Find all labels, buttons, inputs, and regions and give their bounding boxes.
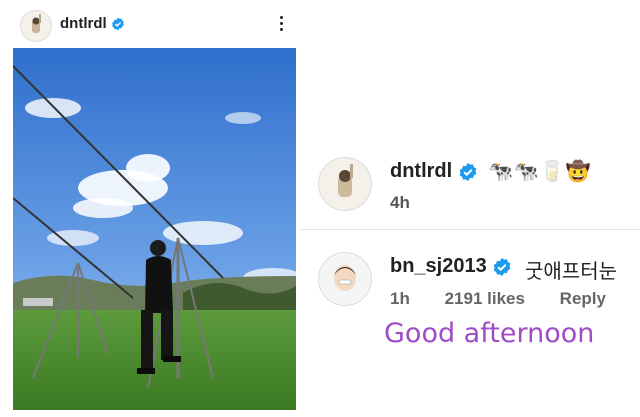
comment-username-text[interactable]: bn_sj2013 [390,255,487,277]
post-header: dntlrdl [0,0,300,50]
post-photo-image [13,48,296,410]
verified-badge-icon [493,257,511,276]
more-vertical-icon[interactable] [276,14,286,36]
comment-divider [300,229,640,230]
comment-text: 굿애프터눈 [525,261,617,283]
comment-timestamp: 1h [390,289,410,308]
reply-button[interactable]: Reply [560,289,606,308]
comment-likes-count[interactable]: 2191 likes [445,289,525,308]
verified-badge-icon [111,17,124,31]
comment-username-text[interactable]: dntlrdl [390,160,452,182]
verified-badge-icon [459,162,477,181]
post-photo[interactable] [13,48,296,410]
post-author-avatar[interactable] [20,10,52,42]
comment-text: 🐄🐄🥛🤠 [488,161,592,183]
comment-author-avatar[interactable] [318,157,372,211]
translation-caption: Good afternoon [384,318,595,349]
comment-username[interactable]: bn_sj2013 [390,255,512,278]
comment-item: dntlrdl 🐄🐄🥛🤠 4h [318,157,640,217]
post-author-username[interactable]: dntlrdl [60,15,125,32]
comment-username[interactable]: dntlrdl [390,160,478,183]
comment-meta: 1h 2191 likes Reply [390,289,636,309]
post-username-text[interactable]: dntlrdl [60,15,107,32]
comment-author-avatar[interactable] [318,252,372,306]
comment-timestamp: 4h [390,193,410,212]
